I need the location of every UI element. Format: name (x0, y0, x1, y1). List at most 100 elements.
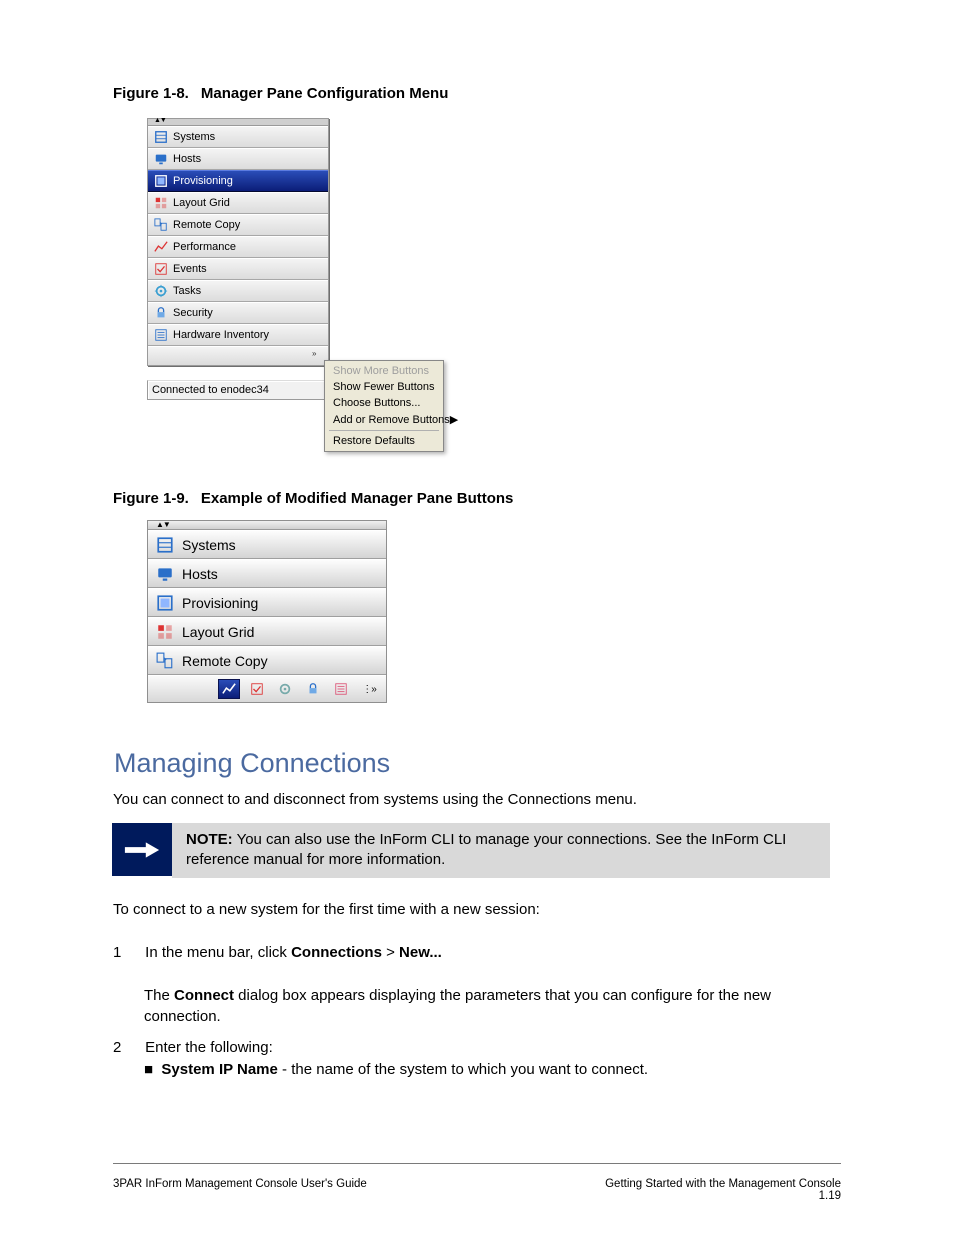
nav-item-remote-copy-large[interactable]: Remote Copy (148, 646, 386, 675)
nav-item-provisioning[interactable]: Provisioning (148, 170, 328, 192)
overflow-security[interactable] (302, 679, 324, 699)
manager-pane-large: ▲▼ Systems Hosts Provisioning Layout Gri… (147, 520, 387, 703)
overflow-performance[interactable] (218, 679, 240, 699)
provisioning-icon (154, 174, 168, 188)
figure-caption-2: Figure 1-9. Example of Modified Manager P… (113, 490, 513, 507)
nav-item-label: Security (173, 307, 213, 319)
configure-icon[interactable]: » (312, 350, 322, 360)
overflow-events[interactable] (246, 679, 268, 699)
figure-caption-2-label: Figure 1-9. (113, 490, 189, 507)
field-label: System IP Name (161, 1061, 277, 1078)
body-paragraph-2: To connect to a new system for the first… (113, 900, 833, 921)
menu-restore-defaults[interactable]: Restore Defaults (325, 433, 443, 449)
nav-item-label: Hosts (182, 566, 218, 582)
tasks-icon (278, 682, 292, 696)
figure-caption-1-text: Manager Pane Configuration Menu (201, 85, 449, 102)
nav-item-label: Hosts (173, 153, 201, 165)
nav-item-hosts[interactable]: Hosts (148, 148, 328, 170)
nav-item-label: Events (173, 263, 207, 275)
nav-item-systems-large[interactable]: Systems (148, 530, 386, 559)
figure-1-9: ▲▼ Systems Hosts Provisioning Layout Gri… (147, 520, 387, 703)
step-number: 2 (113, 1038, 141, 1059)
config-context-menu: Show More Buttons Show Fewer Buttons Cho… (324, 360, 444, 452)
nav-item-label: Hardware Inventory (173, 329, 269, 341)
nav-item-systems[interactable]: Systems (148, 126, 328, 148)
body-paragraph-1: You can connect to and disconnect from s… (113, 790, 833, 811)
note-body: NOTE: You can also use the InForm CLI to… (172, 823, 830, 878)
menu-choose-buttons[interactable]: Choose Buttons... (325, 395, 443, 411)
manager-pane-overflow: ⋮» (148, 675, 386, 702)
step-1-result: The Connect dialog box appears displayin… (144, 986, 834, 1027)
nav-item-performance[interactable]: Performance (148, 236, 328, 258)
events-icon (154, 262, 168, 276)
step-2: 2 Enter the following: (113, 1038, 833, 1059)
nav-item-label: Systems (182, 537, 236, 553)
nav-item-hardware-inventory[interactable]: Hardware Inventory (148, 324, 328, 346)
note-text: You can also use the InForm CLI to manag… (186, 831, 786, 868)
performance-icon (154, 240, 168, 254)
menu-path: New... (399, 944, 442, 961)
menu-path: Connections (291, 944, 382, 961)
footer-page-number: 1.19 (605, 1190, 841, 1202)
manager-pane-footer: » (148, 346, 328, 365)
nav-item-label: Systems (173, 131, 215, 143)
layout-grid-icon (156, 623, 174, 641)
field-desc: - the name of the system to which you wa… (278, 1061, 648, 1078)
submenu-arrow-icon: ▶ (450, 413, 458, 426)
nav-item-label: Provisioning (173, 175, 233, 187)
nav-item-tasks[interactable]: Tasks (148, 280, 328, 302)
menu-add-remove-buttons[interactable]: Add or Remove Buttons ▶ (325, 411, 443, 428)
remote-copy-icon (154, 218, 168, 232)
nav-item-label: Performance (173, 241, 236, 253)
step-text: In the menu bar, click Connections > New… (145, 944, 442, 961)
step-text: Enter the following: (145, 1039, 273, 1056)
layout-grid-icon (154, 196, 168, 210)
manager-pane-grip-large[interactable]: ▲▼ (148, 521, 386, 530)
security-icon (154, 306, 168, 320)
nav-item-hosts-large[interactable]: Hosts (148, 559, 386, 588)
status-bar: Connected to enodec34 (147, 380, 337, 400)
menu-show-more-buttons: Show More Buttons (325, 363, 443, 379)
dialog-name: Connect (174, 987, 234, 1004)
overflow-configure[interactable]: ⋮» (358, 679, 380, 699)
hosts-icon (156, 565, 174, 583)
footer-chapter-title: Getting Started with the Management Cons… (605, 1178, 841, 1190)
security-icon (306, 682, 320, 696)
note-label: NOTE: (186, 831, 233, 848)
nav-item-layout-grid-large[interactable]: Layout Grid (148, 617, 386, 646)
note-arrow-icon (112, 823, 172, 876)
overflow-tasks[interactable] (274, 679, 296, 699)
nav-item-label: Layout Grid (182, 624, 254, 640)
step-2-bullet: ■ System IP Name - the name of the syste… (144, 1060, 864, 1081)
nav-item-events[interactable]: Events (148, 258, 328, 280)
figure-caption-2-text: Example of Modified Manager Pane Buttons (201, 490, 514, 507)
nav-item-label: Tasks (173, 285, 201, 297)
nav-item-label: Remote Copy (173, 219, 240, 231)
nav-item-security[interactable]: Security (148, 302, 328, 324)
tasks-icon (154, 284, 168, 298)
systems-icon (154, 130, 168, 144)
footer-doc-title: 3PAR InForm Management Console User's Gu… (113, 1178, 367, 1202)
nav-item-label: Layout Grid (173, 197, 230, 209)
remote-copy-icon (156, 652, 174, 670)
overflow-hardware-inventory[interactable] (330, 679, 352, 699)
figure-1-8: ▲▼ Systems Hosts Provisioning Layout Gri… (147, 118, 337, 400)
page-footer: 3PAR InForm Management Console User's Gu… (113, 1163, 841, 1202)
manager-pane-grip[interactable]: ▲▼ (148, 119, 328, 126)
step-number: 1 (113, 943, 141, 964)
nav-item-provisioning-large[interactable]: Provisioning (148, 588, 386, 617)
nav-item-label: Provisioning (182, 595, 258, 611)
performance-icon (222, 682, 236, 696)
hardware-inventory-icon (154, 328, 168, 342)
section-heading: Managing Connections (114, 748, 390, 779)
menu-separator (329, 430, 439, 431)
nav-item-remote-copy[interactable]: Remote Copy (148, 214, 328, 236)
menu-show-fewer-buttons[interactable]: Show Fewer Buttons (325, 379, 443, 395)
hosts-icon (154, 152, 168, 166)
figure-caption-1-label: Figure 1-8. (113, 85, 189, 102)
nav-item-layout-grid[interactable]: Layout Grid (148, 192, 328, 214)
manager-pane-small: ▲▼ Systems Hosts Provisioning Layout Gri… (147, 118, 329, 366)
step-1: 1 In the menu bar, click Connections > N… (113, 943, 833, 964)
provisioning-icon (156, 594, 174, 612)
status-text: Connected to enodec34 (152, 384, 269, 396)
